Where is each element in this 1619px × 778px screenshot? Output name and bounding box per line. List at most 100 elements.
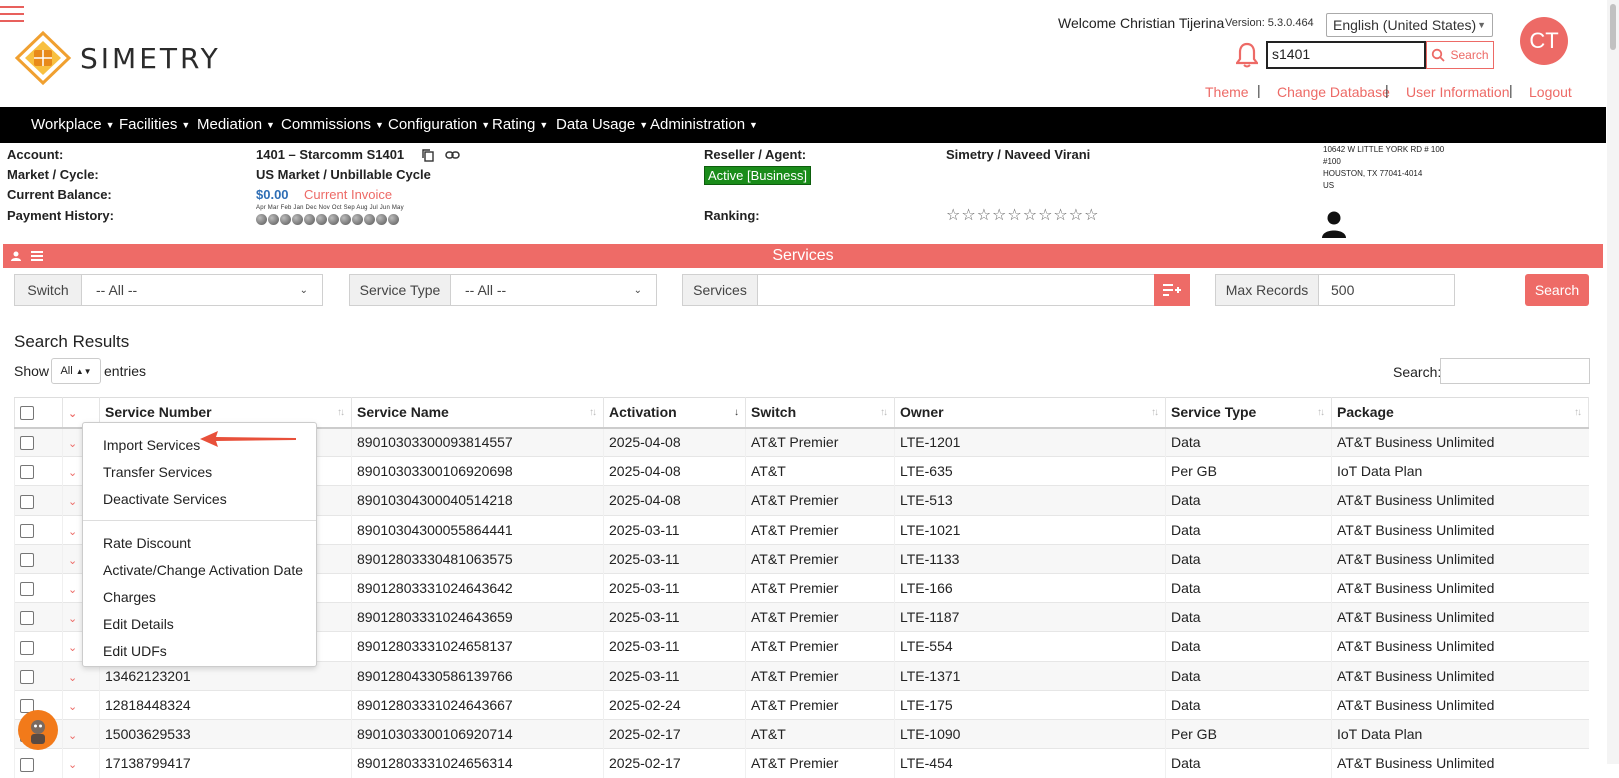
chevron-down-icon: ▼ xyxy=(1477,20,1486,30)
link-separator: | xyxy=(1509,82,1513,98)
table-search-input[interactable] xyxy=(1440,358,1590,384)
menu-edit-udfs[interactable]: Edit UDFs xyxy=(83,637,316,664)
caret-down-icon: ▼ xyxy=(266,120,275,131)
balance-value: $0.00 xyxy=(256,187,289,202)
services-input[interactable] xyxy=(757,274,1155,306)
package-cell: AT&T Business Unlimited xyxy=(1331,485,1589,516)
language-select[interactable]: English (United States) ▼ xyxy=(1326,13,1493,37)
copy-icon[interactable] xyxy=(422,149,434,162)
nav-data-usage[interactable]: Data Usage ▼ xyxy=(556,116,648,133)
menu-charges[interactable]: Charges xyxy=(83,583,316,610)
column-service-name[interactable]: Service Name ↑↓ xyxy=(351,397,604,429)
service-type-select[interactable]: -- All -- ⌄ xyxy=(450,274,657,306)
menu-transfer-services[interactable]: Transfer Services xyxy=(83,458,316,485)
nav-mediation[interactable]: Mediation ▼ xyxy=(197,116,275,133)
nav-workplace[interactable]: Workplace ▼ xyxy=(31,116,115,133)
row-expand-cell[interactable]: ⌄ xyxy=(62,748,100,778)
table-row[interactable]: ⌄ 17138799417 89012803331024656314 2025-02-… xyxy=(14,748,1589,778)
row-checkbox[interactable] xyxy=(20,757,34,772)
simetry-logo[interactable]: SIMETRY xyxy=(14,30,244,86)
caret-down-icon: ▼ xyxy=(481,120,491,131)
switch-cell: AT&T Premier xyxy=(745,660,895,691)
row-checkbox[interactable] xyxy=(20,523,34,538)
service-name-cell: 89010303300106920698 xyxy=(351,456,604,486)
scrollbar-thumb[interactable] xyxy=(1610,4,1616,50)
row-checkbox[interactable] xyxy=(20,552,34,567)
row-checkbox[interactable] xyxy=(20,465,34,480)
services-action-menu: Import Services Transfer Services Deacti… xyxy=(82,422,317,667)
change-database-link[interactable]: Change Database xyxy=(1277,84,1390,100)
row-expand-cell[interactable]: ⌄ xyxy=(62,689,100,720)
activation-cell: 2025-04-08 xyxy=(603,485,746,516)
add-services-list-button[interactable] xyxy=(1154,274,1190,306)
bell-icon[interactable] xyxy=(1236,42,1258,68)
switch-cell: AT&T Premier xyxy=(745,485,895,516)
row-expand-cell[interactable]: ⌄ xyxy=(62,718,100,749)
row-checkbox[interactable] xyxy=(20,611,34,626)
chevron-down-icon: ⌄ xyxy=(68,496,78,509)
menu-rate-discount[interactable]: Rate Discount xyxy=(83,529,316,556)
row-checkbox[interactable] xyxy=(20,436,34,451)
row-checkbox[interactable] xyxy=(20,640,34,655)
row-select-cell xyxy=(14,748,63,778)
menu-edit-details[interactable]: Edit Details xyxy=(83,610,316,637)
global-search-button[interactable]: Search xyxy=(1426,41,1494,69)
service-number-cell: 12818448324 xyxy=(99,689,352,720)
service-type-cell: Per GB xyxy=(1165,718,1332,749)
link-icon[interactable] xyxy=(445,150,460,160)
user-avatar[interactable]: CT xyxy=(1520,17,1568,65)
chevron-down-icon: ⌄ xyxy=(68,525,78,538)
robot-icon xyxy=(31,720,45,744)
row-checkbox[interactable] xyxy=(20,494,34,509)
service-type-cell: Per GB xyxy=(1165,456,1332,486)
row-checkbox[interactable] xyxy=(20,669,34,684)
package-cell: IoT Data Plan xyxy=(1331,456,1589,486)
nav-rating[interactable]: Rating ▼ xyxy=(492,116,548,133)
column-package[interactable]: Package ↑↓ xyxy=(1331,397,1589,429)
balance-label: Current Balance: xyxy=(7,187,112,202)
activation-cell: 2025-04-08 xyxy=(603,456,746,486)
nav-facilities[interactable]: Facilities ▼ xyxy=(119,116,190,133)
column-owner[interactable]: Owner ↑↓ xyxy=(894,397,1166,429)
theme-link[interactable]: Theme xyxy=(1205,84,1249,100)
table-row[interactable]: ⌄ 12818448324 89012803331024643667 2025-02-… xyxy=(14,689,1589,720)
switch-cell: AT&T Premier xyxy=(745,631,895,661)
row-checkbox[interactable] xyxy=(20,582,34,597)
service-type-cell: Data xyxy=(1165,660,1332,691)
caret-down-icon: ▼ xyxy=(181,120,191,131)
column-switch[interactable]: Switch ↑↓ xyxy=(745,397,895,429)
table-row[interactable]: ⌄ 15003629533 89010303300106920714 2025-02-… xyxy=(14,718,1589,749)
column-service-type[interactable]: Service Type ↑↓ xyxy=(1165,397,1332,429)
select-all-checkbox[interactable] xyxy=(20,406,34,421)
search-button-label: Search xyxy=(1450,48,1489,62)
service-name-cell: 89012803331024656314 xyxy=(351,748,604,778)
global-search-input[interactable]: s1401 xyxy=(1266,41,1426,69)
service-number-cell: 15003629533 xyxy=(99,718,352,749)
nav-configuration[interactable]: Configuration ▼ xyxy=(388,116,490,133)
package-cell: IoT Data Plan xyxy=(1331,718,1589,749)
page-scrollbar[interactable] xyxy=(1607,0,1619,764)
service-name-cell: 89012803331024643659 xyxy=(351,602,604,632)
service-name-cell: 89012803331024658137 xyxy=(351,631,604,661)
package-cell: AT&T Business Unlimited xyxy=(1331,631,1589,661)
menu-deactivate-services[interactable]: Deactivate Services xyxy=(83,485,316,512)
current-invoice-link[interactable]: Current Invoice xyxy=(304,187,392,202)
services-search-button[interactable]: Search xyxy=(1525,274,1589,306)
switch-cell: AT&T xyxy=(745,456,895,486)
nav-administration[interactable]: Administration ▼ xyxy=(650,116,758,133)
nav-commissions[interactable]: Commissions ▼ xyxy=(281,116,384,133)
menu-activate-change-date[interactable]: Activate/Change Activation Date xyxy=(83,556,316,583)
ranking-stars[interactable]: ☆☆☆☆☆☆☆☆☆☆ xyxy=(946,205,1099,225)
column-activation[interactable]: Activation ↓ xyxy=(603,397,746,429)
assistant-avatar[interactable] xyxy=(18,710,58,750)
max-records-input[interactable]: 500 xyxy=(1318,274,1455,306)
owner-cell: LTE-1021 xyxy=(894,514,1166,545)
user-information-link[interactable]: User Information xyxy=(1406,84,1509,100)
row-select-cell xyxy=(14,602,63,632)
switch-select[interactable]: -- All -- ⌄ xyxy=(81,274,323,306)
person-icon[interactable] xyxy=(1321,210,1347,238)
logout-link[interactable]: Logout xyxy=(1529,84,1572,100)
activation-cell: 2025-03-11 xyxy=(603,631,746,661)
entries-select[interactable]: All ▲▼ xyxy=(51,358,101,384)
main-menu-button[interactable] xyxy=(0,6,26,26)
